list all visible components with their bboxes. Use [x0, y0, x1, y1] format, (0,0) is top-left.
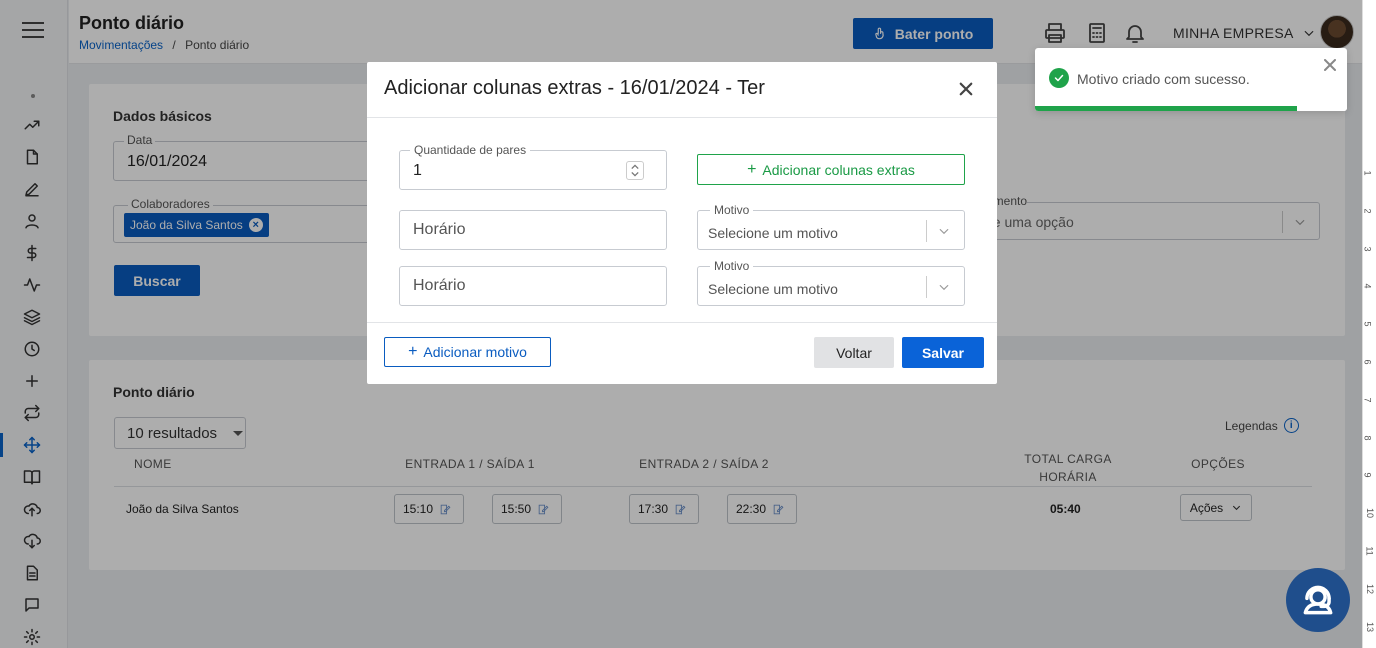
horario-field-1[interactable] [399, 210, 667, 250]
ruler-tick: 8 [1362, 435, 1373, 441]
success-toast: Motivo criado com sucesso. [1035, 48, 1347, 111]
modal-title: Adicionar colunas extras - 16/01/2024 - … [384, 77, 765, 99]
horario-field-2[interactable] [399, 266, 667, 306]
headset-icon [1303, 585, 1333, 615]
ruler-tick: 9 [1362, 472, 1373, 478]
chevron-down-icon [937, 224, 951, 238]
ruler-tick: 7 [1362, 397, 1373, 403]
plus-icon: + [747, 160, 757, 178]
ruler-tick: 10 [1365, 508, 1376, 519]
support-chat-button[interactable] [1286, 568, 1350, 632]
quantity-stepper[interactable] [626, 161, 644, 180]
ruler-tick: 2 [1362, 208, 1373, 214]
motivo-select-2[interactable]: Motivo Selecione um motivo [697, 259, 965, 306]
ruler-tick: 12 [1365, 583, 1376, 594]
ruler-tick: 4 [1362, 283, 1373, 289]
ruler-tick: 1 [1362, 170, 1373, 176]
side-ruler: 1 2 3 4 5 6 7 8 9 10 11 12 13 [1362, 0, 1376, 648]
ruler-tick: 3 [1362, 246, 1373, 252]
adicionar-motivo-button[interactable]: + Adicionar motivo [384, 337, 551, 367]
horario-input-1[interactable] [413, 221, 653, 239]
adicionar-colunas-extras-button[interactable]: + Adicionar colunas extras [697, 154, 965, 185]
quantidade-pares-value: 1 [413, 162, 422, 179]
ruler-tick: 5 [1362, 321, 1373, 327]
chevron-down-icon [631, 171, 639, 177]
ruler-tick: 11 [1364, 546, 1375, 556]
ruler-tick: 6 [1362, 359, 1373, 365]
toast-progress-bar [1035, 106, 1298, 111]
check-circle-icon [1049, 68, 1069, 88]
chevron-down-icon [937, 280, 951, 294]
chevron-up-icon [631, 164, 639, 170]
close-icon[interactable] [957, 80, 975, 98]
close-icon[interactable] [1324, 58, 1336, 71]
horario-input-2[interactable] [413, 277, 653, 295]
motivo-select-1[interactable]: Motivo Selecione um motivo [697, 203, 965, 250]
salvar-button[interactable]: Salvar [902, 337, 984, 368]
quantidade-pares-field[interactable]: Quantidade de pares 1 [399, 143, 667, 190]
voltar-button[interactable]: Voltar [814, 337, 894, 368]
adicionar-colunas-modal: Adicionar colunas extras - 16/01/2024 - … [367, 62, 997, 384]
ruler-tick: 13 [1365, 621, 1376, 632]
toast-message: Motivo criado com sucesso. [1077, 71, 1250, 87]
plus-icon: + [408, 343, 418, 360]
